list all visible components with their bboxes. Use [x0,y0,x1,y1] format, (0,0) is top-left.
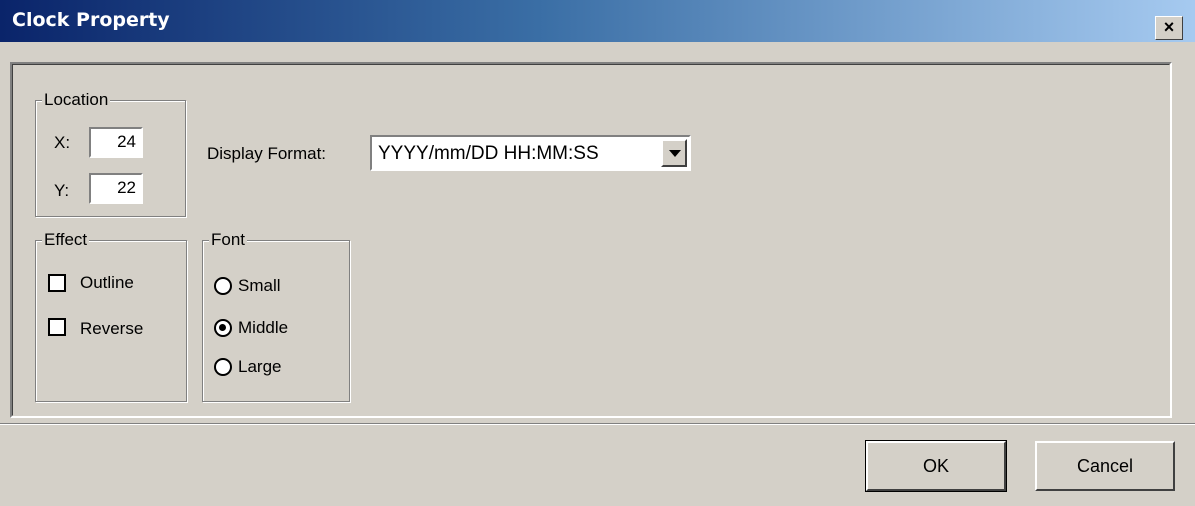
outline-label[interactable]: Outline [80,272,134,294]
close-icon: × [1163,17,1175,37]
small-radio[interactable] [214,277,232,295]
effect-legend: Effect [42,229,90,251]
y-label: Y: [54,181,70,200]
outline-checkbox[interactable] [48,274,66,292]
display-format-value: YYYY/mm/DD HH:MM:SS [378,143,599,164]
small-label[interactable]: Small [238,275,281,297]
window-title: Clock Property [12,9,170,31]
reverse-label[interactable]: Reverse [80,318,143,340]
x-input[interactable]: 24 [89,127,143,158]
middle-label[interactable]: Middle [238,317,288,339]
large-radio[interactable] [214,358,232,376]
chevron-down-icon[interactable] [661,139,687,167]
title-bar: Clock Property × [0,0,1195,42]
x-label: X: [54,133,71,152]
middle-radio[interactable] [214,319,232,337]
cancel-button[interactable]: Cancel [1035,441,1175,491]
display-format-label: Display Format: [207,144,327,163]
y-input[interactable]: 22 [89,173,143,204]
ok-button[interactable]: OK [865,440,1007,492]
location-legend: Location [42,89,111,111]
large-label[interactable]: Large [238,356,281,378]
font-legend: Font [209,229,248,251]
reverse-checkbox[interactable] [48,318,66,336]
display-format-select[interactable]: YYYY/mm/DD HH:MM:SS [370,135,691,171]
close-button[interactable]: × [1155,16,1183,40]
